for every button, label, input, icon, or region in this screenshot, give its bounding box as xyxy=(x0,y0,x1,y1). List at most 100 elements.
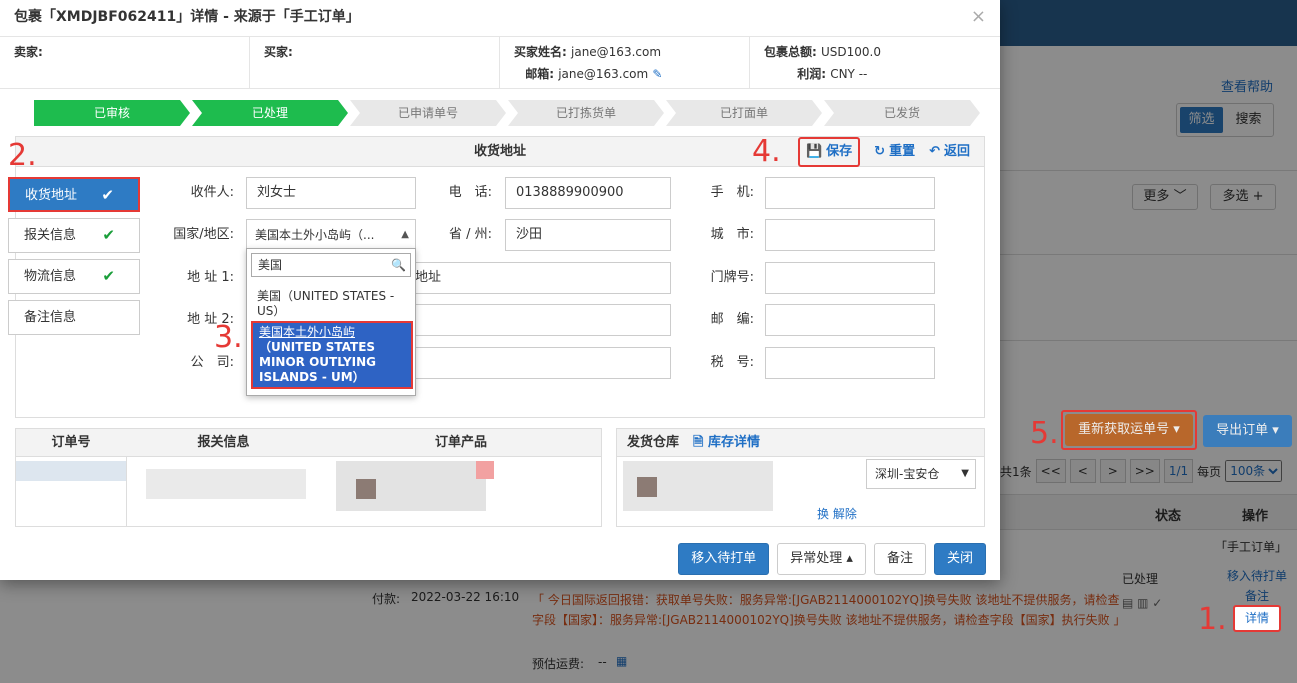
address-header: 收货地址 💾 保存 ↻ 重置 ↶ 返回 xyxy=(16,137,984,167)
buyer-label: 买家: xyxy=(264,45,293,59)
province-label: 省 / 州: xyxy=(448,227,492,242)
unbind-prefix: 换 xyxy=(817,507,830,521)
unbind-link[interactable]: 换 解除 xyxy=(817,505,857,522)
package-totals: 包裹总额: USD100.0 利润: CNY -- xyxy=(750,37,1000,88)
step-tracking-requested: 已申请单号 xyxy=(350,100,506,126)
document-icon: 🗎 xyxy=(693,435,704,450)
detail-link[interactable]: 详情 xyxy=(1233,605,1281,632)
step-shipped: 已发货 xyxy=(824,100,980,126)
profit-value: CNY -- xyxy=(830,67,868,81)
tax-input[interactable] xyxy=(765,347,935,379)
zip-input[interactable] xyxy=(765,304,935,336)
warehouse-value: 深圳-宝安仓 xyxy=(875,467,940,481)
step-picklist-printed: 已打拣货单 xyxy=(508,100,664,126)
recipient-input[interactable]: 刘女士 xyxy=(246,177,416,209)
country-value: 美国本土外小岛屿（... xyxy=(255,228,375,242)
edit-icon[interactable]: ✎ xyxy=(652,67,662,81)
option-line: ISLANDS - UM） xyxy=(259,370,365,384)
remark-button[interactable]: 备注 xyxy=(873,543,926,575)
exception-button[interactable]: 异常处理 ▴ xyxy=(777,543,866,575)
annotation-1: 1. xyxy=(1198,602,1227,637)
country-option-us[interactable]: 美国（UNITED STATES - US） xyxy=(251,287,413,321)
back-button[interactable]: ↶ 返回 xyxy=(929,137,970,167)
save-icon: 💾 xyxy=(805,144,823,159)
total-label: 包裹总额: xyxy=(764,45,817,59)
chevron-down-icon: ▼ xyxy=(961,468,969,479)
email-value: jane@163.com xyxy=(558,67,649,81)
export-orders-button[interactable]: 导出订单 ▾ xyxy=(1203,415,1292,447)
progress-steps: 已审核 已处理 已申请单号 已打拣货单 已打面单 已发货 xyxy=(34,100,982,126)
tax-label: 税 号: xyxy=(710,355,754,370)
tab-customs-info[interactable]: 报关信息 ✔ xyxy=(8,218,140,253)
option-line: US） xyxy=(257,304,286,318)
step-processed: 已处理 xyxy=(192,100,348,126)
inventory-link[interactable]: 🗎 库存详情 xyxy=(693,435,760,450)
tab-label: 物流信息 xyxy=(24,269,77,284)
check-icon: ✔ xyxy=(101,186,114,204)
package-info: 卖家: 买家: 买家姓名: jane@163.com 邮箱: jane@163.… xyxy=(0,37,1000,89)
profit-label: 利润: xyxy=(797,67,826,81)
annotation-2: 2. xyxy=(8,138,37,173)
address-actions: 💾 保存 ↻ 重置 ↶ 返回 xyxy=(797,137,970,167)
warehouse-section: 发货仓库 🗎 库存详情 深圳-宝安仓 ▼ 换 解除 xyxy=(616,428,985,527)
door-input[interactable] xyxy=(765,262,935,294)
step-audited: 已审核 xyxy=(34,100,190,126)
country-search-input[interactable]: 美国 🔍 xyxy=(251,253,411,277)
country-dropdown: 美国 🔍 美国（UNITED STATES - US） 美国本土外小岛屿 （UNI… xyxy=(246,248,416,396)
reset-button[interactable]: ↻ 重置 xyxy=(874,137,915,167)
blurred-content xyxy=(16,461,126,481)
modal-footer: 移入待打单 异常处理 ▴ 备注 关闭 xyxy=(678,543,986,575)
recipient-label: 收件人: xyxy=(190,185,234,200)
modal-title: 包裹「XMDJBF062411」详情 - 来源于「手工订单」 × xyxy=(0,0,1000,37)
seller-info: 卖家: xyxy=(0,37,250,88)
annotation-3: 3. xyxy=(214,320,243,355)
phone-input[interactable]: 0138889900900 xyxy=(505,177,671,209)
tab-label: 报关信息 xyxy=(24,228,77,243)
back-icon: ↶ xyxy=(929,144,940,159)
close-icon[interactable]: × xyxy=(971,0,986,34)
mobile-input[interactable] xyxy=(765,177,935,209)
refresh-icon: ↻ xyxy=(874,144,886,159)
check-icon: ✔ xyxy=(102,267,115,285)
save-button[interactable]: 💾 保存 xyxy=(797,137,861,167)
buyer-name-label: 买家姓名: xyxy=(514,45,567,59)
door-label: 门牌号: xyxy=(710,270,754,285)
tab-label: 备注信息 xyxy=(24,310,77,325)
close-button[interactable]: 关闭 xyxy=(933,543,986,575)
tab-label: 收货地址 xyxy=(25,188,78,203)
warehouse-select[interactable]: 深圳-宝安仓 ▼ xyxy=(866,459,976,489)
order-table: 订单号 报关信息 订单产品 xyxy=(15,428,602,527)
tab-remarks[interactable]: 备注信息 xyxy=(8,300,140,335)
check-icon: ✔ xyxy=(102,226,115,244)
tab-shipping-address[interactable]: 收货地址 ✔ xyxy=(8,177,140,212)
move-to-print-button[interactable]: 移入待打单 xyxy=(678,543,770,575)
option-line: 美国本土外小岛屿 xyxy=(259,325,356,339)
annotation-4: 4. xyxy=(752,134,781,169)
order-table-header: 订单号 报关信息 订单产品 xyxy=(16,429,601,457)
country-label: 国家/地区: xyxy=(173,227,234,242)
country-select[interactable]: 美国本土外小岛屿（... ▲ xyxy=(246,219,416,251)
unbind-label: 解除 xyxy=(832,507,857,521)
email-label: 邮箱: xyxy=(525,67,554,81)
blurred-content xyxy=(476,461,494,479)
tab-logistics-info[interactable]: 物流信息 ✔ xyxy=(8,259,140,294)
buyer-name: jane@163.com xyxy=(571,45,662,59)
step-label-printed: 已打面单 xyxy=(666,100,822,126)
province-input[interactable]: 沙田 xyxy=(505,219,671,251)
blurred-content xyxy=(146,469,306,499)
blurred-content xyxy=(356,479,376,499)
country-option-um[interactable]: 美国本土外小岛屿 （UNITED STATES MINOR OUTLYING I… xyxy=(251,321,413,389)
package-detail-modal: 包裹「XMDJBF062411」详情 - 来源于「手工订单」 × 卖家: 买家:… xyxy=(0,0,1000,580)
buyer-info: 买家: xyxy=(250,37,500,88)
divider xyxy=(126,457,127,527)
products-header: 订单产品 xyxy=(434,435,487,450)
blurred-content xyxy=(637,477,657,497)
search-icon: 🔍 xyxy=(391,258,406,272)
regenerate-tracking-button[interactable]: 重新获取运单号 ▾ xyxy=(1065,414,1193,446)
city-input[interactable] xyxy=(765,219,935,251)
caret-up-icon: ▲ xyxy=(401,229,409,240)
zip-label: 邮 编: xyxy=(710,312,754,327)
save-label: 保存 xyxy=(826,144,853,159)
annotation-5: 5. xyxy=(1030,416,1059,451)
inventory-link-label: 库存详情 xyxy=(708,435,761,450)
